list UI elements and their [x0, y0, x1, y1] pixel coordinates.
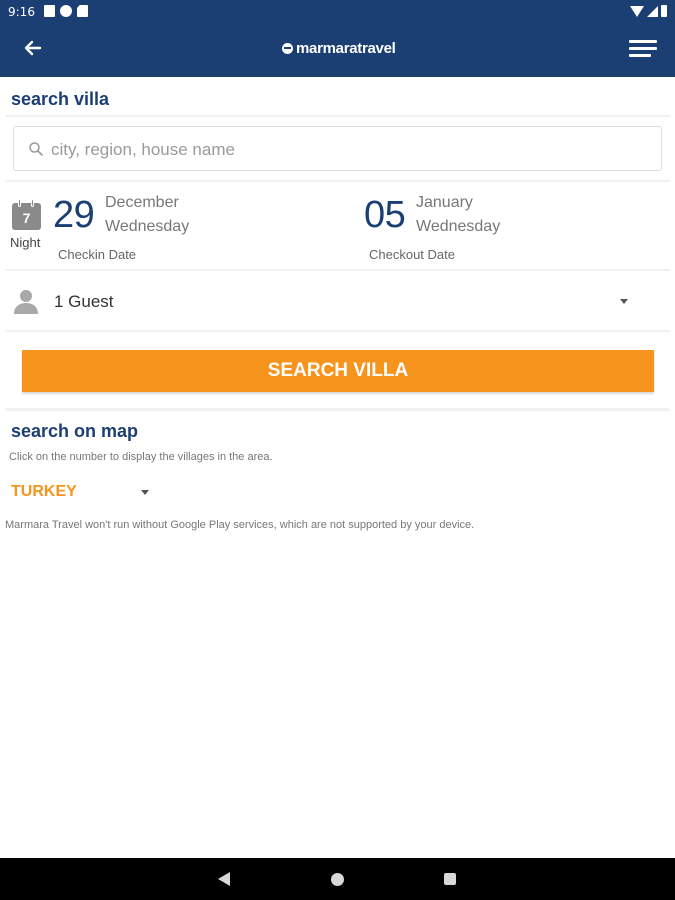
checkin-caption: Checkin Date — [58, 247, 137, 262]
menu-line — [629, 54, 651, 57]
night-count: 7 — [22, 210, 31, 226]
divider — [5, 408, 670, 411]
night-label: Night — [10, 235, 41, 250]
calendar-ring — [31, 199, 34, 207]
checkin-weekday: Wednesday — [105, 218, 190, 235]
system-nav-bar — [0, 858, 675, 900]
search-map-title: search on map — [11, 421, 139, 441]
search-placeholder: city, region, house name — [51, 140, 235, 159]
brand-name: marmaratravel — [296, 40, 396, 57]
nav-back-icon[interactable] — [218, 872, 230, 886]
nav-home-icon[interactable] — [331, 873, 344, 886]
search-villa-screen: 9:16 marmaratravel search villa city, re… — [0, 0, 675, 900]
app-notification-icon — [60, 5, 72, 17]
divider — [5, 330, 670, 332]
map-hint: Click on the number to display the villa… — [9, 451, 273, 463]
signal-icon — [647, 6, 658, 17]
search-icon — [29, 142, 43, 156]
search-villa-button[interactable]: SEARCH VILLA — [22, 350, 654, 392]
brand-logo: marmaratravel — [282, 40, 396, 57]
menu-line — [629, 40, 657, 43]
photo-notification-icon — [44, 5, 55, 17]
menu-button[interactable] — [629, 40, 657, 60]
checkin-day: 29 — [53, 194, 95, 236]
person-icon — [14, 290, 38, 314]
status-bar: 9:16 — [0, 0, 675, 24]
guest-select[interactable]: 1 Guest — [8, 280, 660, 326]
wifi-icon — [630, 6, 644, 17]
menu-line — [629, 47, 657, 50]
guest-count: 1 Guest — [54, 292, 114, 311]
battery-icon — [661, 5, 667, 17]
divider — [5, 115, 670, 117]
checkin-date-picker[interactable]: 29 December Wednesday Checkin Date — [52, 190, 212, 265]
back-button[interactable] — [22, 37, 44, 59]
checkout-caption: Checkout Date — [369, 247, 455, 262]
country-select[interactable]: TURKEY — [11, 483, 149, 501]
app-bar: 9:16 marmaratravel — [0, 0, 675, 77]
checkin-month: December — [105, 194, 179, 211]
chevron-down-icon — [620, 299, 628, 304]
system-icons — [630, 5, 667, 17]
calendar-icon: 7 — [12, 199, 41, 230]
divider — [5, 269, 670, 271]
checkout-weekday: Wednesday — [416, 218, 501, 235]
calendar-ring — [18, 199, 21, 207]
checkout-month: January — [416, 194, 473, 211]
checkout-date-picker[interactable]: 05 January Wednesday Checkout Date — [363, 190, 523, 265]
checkout-day: 05 — [364, 194, 406, 236]
arrow-left-icon — [24, 40, 42, 56]
brand-mark-icon — [282, 43, 293, 54]
divider — [5, 180, 670, 182]
notification-icons — [44, 5, 88, 17]
status-time: 9:16 — [8, 5, 35, 19]
chevron-down-icon — [141, 490, 149, 495]
play-services-notice: Marmara Travel won't run without Google … — [5, 519, 475, 531]
search-villa-title: search villa — [11, 89, 110, 109]
sd-card-icon — [77, 5, 88, 17]
nav-recents-icon[interactable] — [444, 873, 456, 885]
country-value: TURKEY — [11, 483, 77, 500]
search-input[interactable]: city, region, house name — [13, 126, 662, 171]
